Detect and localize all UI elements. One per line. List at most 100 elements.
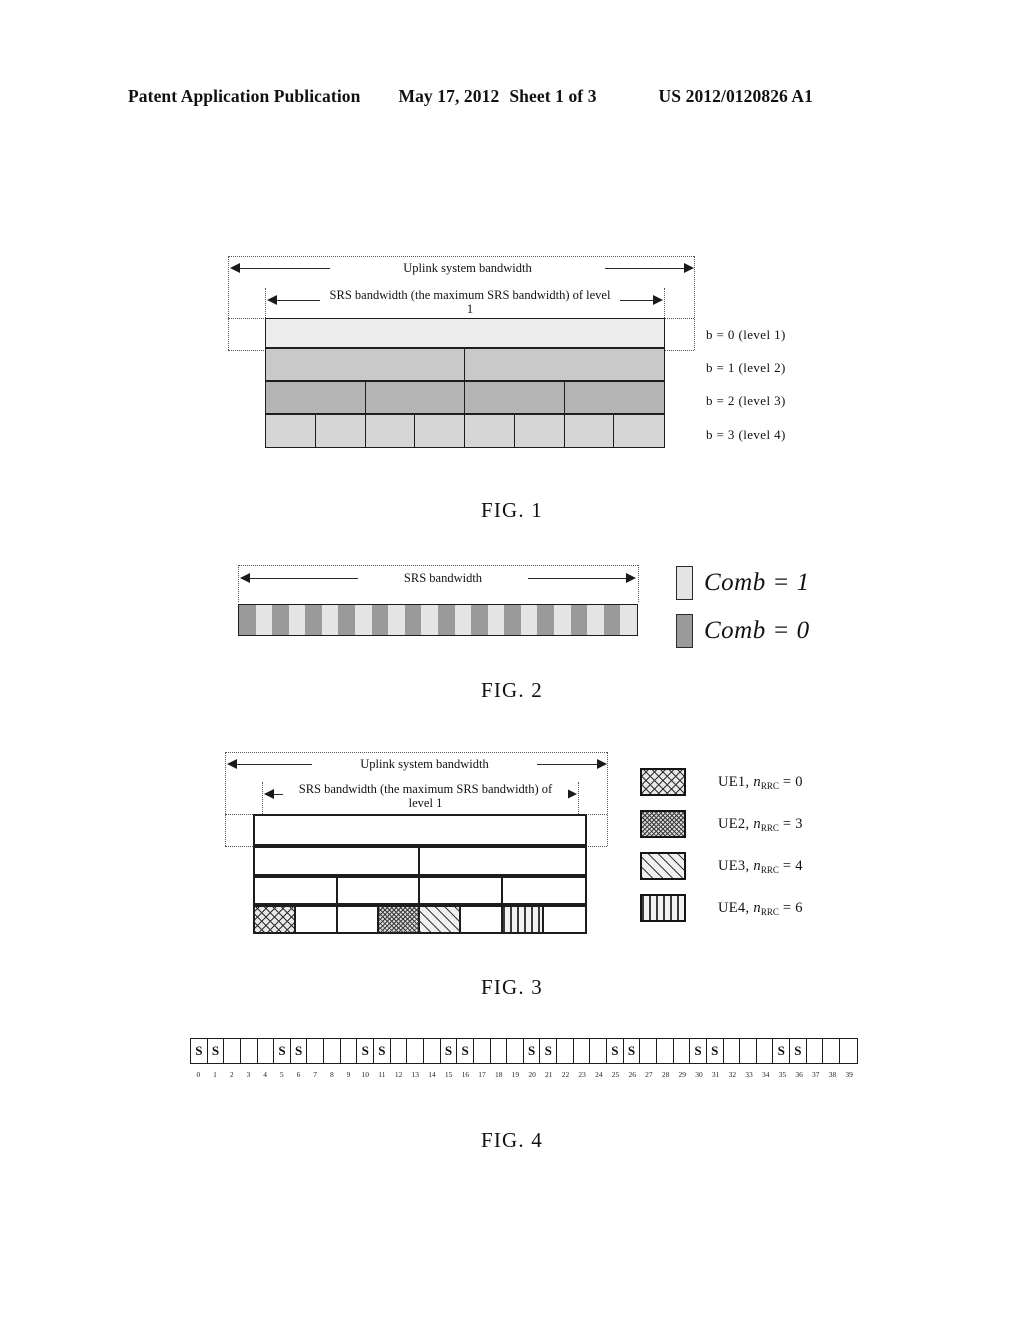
n-value: = 4 [778, 857, 803, 874]
n-variable: n [753, 815, 761, 832]
fig4-subframe-index: 14 [428, 1070, 436, 1079]
fig4-subframe-index: 16 [461, 1070, 470, 1079]
fig4-subframe-index: 19 [511, 1070, 520, 1079]
level-name: (level 4) [734, 427, 786, 442]
fig3-legend-row: UE4, nRRC = 6 [640, 894, 803, 922]
fig4-subframe-index: 31 [711, 1070, 720, 1079]
fig3-level-row [253, 876, 587, 905]
fig4-srs-subframe: S [191, 1039, 208, 1063]
fig4-subframe-index: 29 [678, 1070, 687, 1079]
fig4-subframe [757, 1039, 774, 1063]
fig1-bandwidth-cell [514, 415, 565, 447]
fig4-subframe [823, 1039, 840, 1063]
arrow-head-left-icon [267, 295, 277, 305]
fig4-subframe-index: 32 [728, 1070, 737, 1079]
fig4-srs-subframe: S [690, 1039, 707, 1063]
fig1-bandwidth-cell [365, 415, 416, 447]
fig2-comb-subcarrier [454, 605, 472, 635]
n-value: = 3 [778, 815, 803, 832]
fig1-bandwidth-cell [266, 415, 316, 447]
fig4-subframe-index: 20 [528, 1070, 536, 1079]
level-b-value: b = 0 [706, 327, 735, 342]
level-name: (level 1) [734, 327, 786, 342]
fig3-bandwidth-cell [255, 878, 338, 903]
fig2-comb-subcarrier [355, 605, 372, 635]
fig4-srs-subframe: S [624, 1039, 641, 1063]
fig2-comb-subcarrier [255, 605, 273, 635]
fig4-subframe-index: 10 [361, 1070, 369, 1079]
fig3-legend-label: UE1, nRRC = 0 [718, 774, 803, 791]
fig2-comb-strip [238, 604, 638, 636]
fig3-bandwidth-cell [461, 907, 503, 932]
fig4-subframe-index: 38 [828, 1070, 837, 1079]
fig4-subframe-indices: 0 1 2 3 4 5 6 7 8 9 10 11 12 13 14 15 16 17 18 19 20 21 22 23 24… [190, 1070, 858, 1079]
fig4-subframe [407, 1039, 424, 1063]
fig3-bandwidth-ladder [253, 814, 587, 934]
fig4-subframe-index: 7 [313, 1070, 318, 1079]
level-b-value: b = 3 [706, 427, 735, 442]
fig1-bandwidth-cell [266, 319, 664, 347]
fig2-legend-swatch [676, 614, 693, 648]
fig4-subframe [324, 1039, 341, 1063]
fig1-level-label: b = 1 (level 2) [706, 360, 786, 376]
fig3-legend-row: UE1, nRRC = 0 [640, 768, 803, 796]
fig4-subframe [341, 1039, 358, 1063]
fig4-subframe-index: 8 [329, 1070, 334, 1079]
arrow-head-right-icon [626, 573, 636, 583]
fig2-comb-subcarrier [239, 605, 256, 635]
fig2-comb-subcarrier [570, 605, 588, 635]
fig1-caption: FIG. 1 [480, 498, 544, 522]
fig2-legend-row: Comb = 1 [676, 566, 810, 600]
fig2-comb-subcarrier [272, 605, 289, 635]
fig1-level-label: b = 2 (level 3) [706, 393, 786, 409]
fig1-srs-label: SRS bandwidth (the maximum SRS bandwidth… [320, 288, 620, 316]
n-subscript: RRC [760, 780, 779, 791]
fig4-subframe-index: 17 [478, 1070, 486, 1079]
fig3-bandwidth-cell [420, 878, 503, 903]
fig3-legend-swatch [640, 810, 686, 838]
fig2-comb-subcarrier [471, 605, 488, 635]
fig4-subframe [474, 1039, 491, 1063]
fig4-subframe-index: 0 [196, 1070, 201, 1079]
fig4-subframe-index: 11 [378, 1070, 386, 1079]
fig4-srs-subframe: S [773, 1039, 791, 1063]
fig2-comb-subcarrier [553, 605, 571, 635]
fig4-subframe-index: 39 [845, 1070, 853, 1079]
fig4-srs-subframe: S [540, 1039, 558, 1063]
fig1-level-row [265, 318, 665, 348]
fig4-subframe [840, 1039, 857, 1063]
n-subscript: RRC [760, 864, 779, 875]
arrow-head-right-icon [653, 295, 663, 305]
fig2-comb-subcarrier [537, 605, 554, 635]
fig1-level-label: b = 3 (level 4) [706, 427, 786, 443]
fig3-bandwidth-cell [337, 907, 379, 932]
fig4-subframe [224, 1039, 241, 1063]
fig4-subframe [574, 1039, 591, 1063]
fig1-bandwidth-cell [415, 415, 465, 447]
fig3-bandwidth-cell [378, 907, 420, 932]
fig4-subframe-index: 30 [695, 1070, 703, 1079]
fig2-comb-subcarrier [437, 605, 455, 635]
level-name: (level 3) [734, 393, 786, 408]
fig4-subframe [724, 1039, 741, 1063]
arrow-head-left-icon [227, 759, 237, 769]
fig2-comb-subcarrier [603, 605, 621, 635]
fig1-guide-left [228, 256, 229, 350]
fig4-srs-subframe: S [457, 1039, 474, 1063]
fig4-subframe-index: 24 [595, 1070, 603, 1079]
fig4-srs-subframe: S [707, 1039, 724, 1063]
fig3-ue-legend: UE1, nRRC = 0 UE2, nRRC = 3 UE3, nRRC = 4U… [640, 768, 940, 938]
fig4-subframe [657, 1039, 674, 1063]
n-variable: n [753, 857, 761, 874]
fig2-srs-label: SRS bandwidth [358, 571, 528, 585]
fig1-bandwidth-cell [266, 382, 366, 413]
fig4-srs-subframe: S [274, 1039, 291, 1063]
fig4-subframe-index: 25 [611, 1070, 620, 1079]
n-subscript: RRC [760, 822, 779, 833]
fig4-subframe [307, 1039, 325, 1063]
fig1-bandwidth-ladder [265, 318, 665, 448]
fig4-subframe-index: 12 [394, 1070, 403, 1079]
fig4-caption: FIG. 4 [480, 1128, 544, 1152]
fig3-guide-right [607, 752, 608, 846]
fig2-comb-subcarrier [504, 605, 521, 635]
